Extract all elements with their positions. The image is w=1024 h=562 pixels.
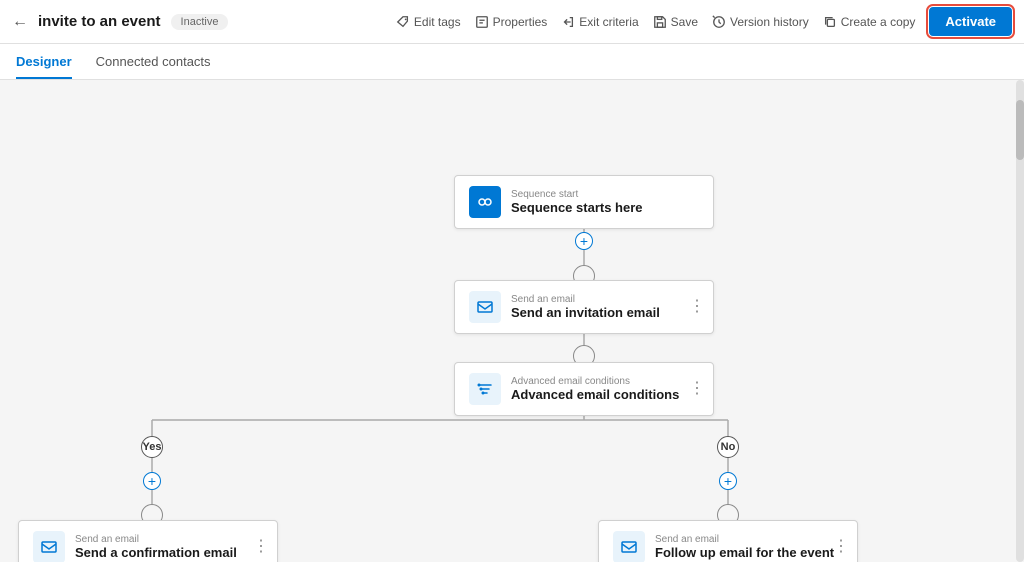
- scrollbar-thumb[interactable]: [1016, 100, 1024, 160]
- no-branch-label: No: [717, 436, 739, 458]
- version-history-button[interactable]: Version history: [712, 15, 809, 29]
- tab-connected-contacts[interactable]: Connected contacts: [96, 54, 211, 79]
- confirmation-email-node: Send an email Send a confirmation email …: [18, 520, 278, 562]
- conditions-icon-1: [469, 373, 501, 405]
- node-menu-yes[interactable]: ⋮: [253, 539, 269, 555]
- tag-icon: [396, 15, 410, 29]
- properties-button[interactable]: Properties: [475, 15, 548, 29]
- add-step-no-button[interactable]: +: [719, 472, 737, 490]
- activate-button[interactable]: Activate: [929, 7, 1012, 36]
- status-badge: Inactive: [171, 14, 229, 30]
- create-copy-button[interactable]: Create a copy: [823, 15, 916, 29]
- exit-icon: [561, 15, 575, 29]
- advanced-conditions-node: Advanced email conditions Advanced email…: [454, 362, 714, 416]
- nav-tabs: Designer Connected contacts: [0, 44, 1024, 80]
- node-menu-no[interactable]: ⋮: [833, 539, 849, 555]
- exit-criteria-button[interactable]: Exit criteria: [561, 15, 638, 29]
- add-step-yes-button[interactable]: +: [143, 472, 161, 490]
- sequence-start-icon: [469, 186, 501, 218]
- email-icon-1: [469, 291, 501, 323]
- sequence-start-node: Sequence start Sequence starts here: [454, 175, 714, 229]
- history-icon: [712, 15, 726, 29]
- header-actions: Edit tags Properties Exit criteria Save …: [396, 7, 1012, 36]
- edit-tags-button[interactable]: Edit tags: [396, 15, 461, 29]
- email-icon-no: [613, 531, 645, 562]
- canvas: Sequence start Sequence starts here + Se…: [0, 80, 1024, 562]
- followup-email-node: Send an email Follow up email for the ev…: [598, 520, 858, 562]
- header: ← invite to an event Inactive Edit tags …: [0, 0, 1024, 44]
- node-menu-2[interactable]: ⋮: [689, 381, 705, 397]
- add-step-button-1[interactable]: +: [575, 232, 593, 250]
- scrollbar[interactable]: [1016, 80, 1024, 562]
- tab-designer[interactable]: Designer: [16, 54, 72, 79]
- send-invitation-node: Send an email Send an invitation email ⋮: [454, 280, 714, 334]
- page-title: invite to an event: [38, 13, 161, 30]
- save-icon: [653, 15, 667, 29]
- email-icon-yes: [33, 531, 65, 562]
- copy-icon: [823, 15, 837, 29]
- back-button[interactable]: ←: [12, 13, 28, 31]
- yes-branch-label: Yes: [141, 436, 163, 458]
- properties-icon: [475, 15, 489, 29]
- node-menu-1[interactable]: ⋮: [689, 299, 705, 315]
- save-button[interactable]: Save: [653, 15, 698, 29]
